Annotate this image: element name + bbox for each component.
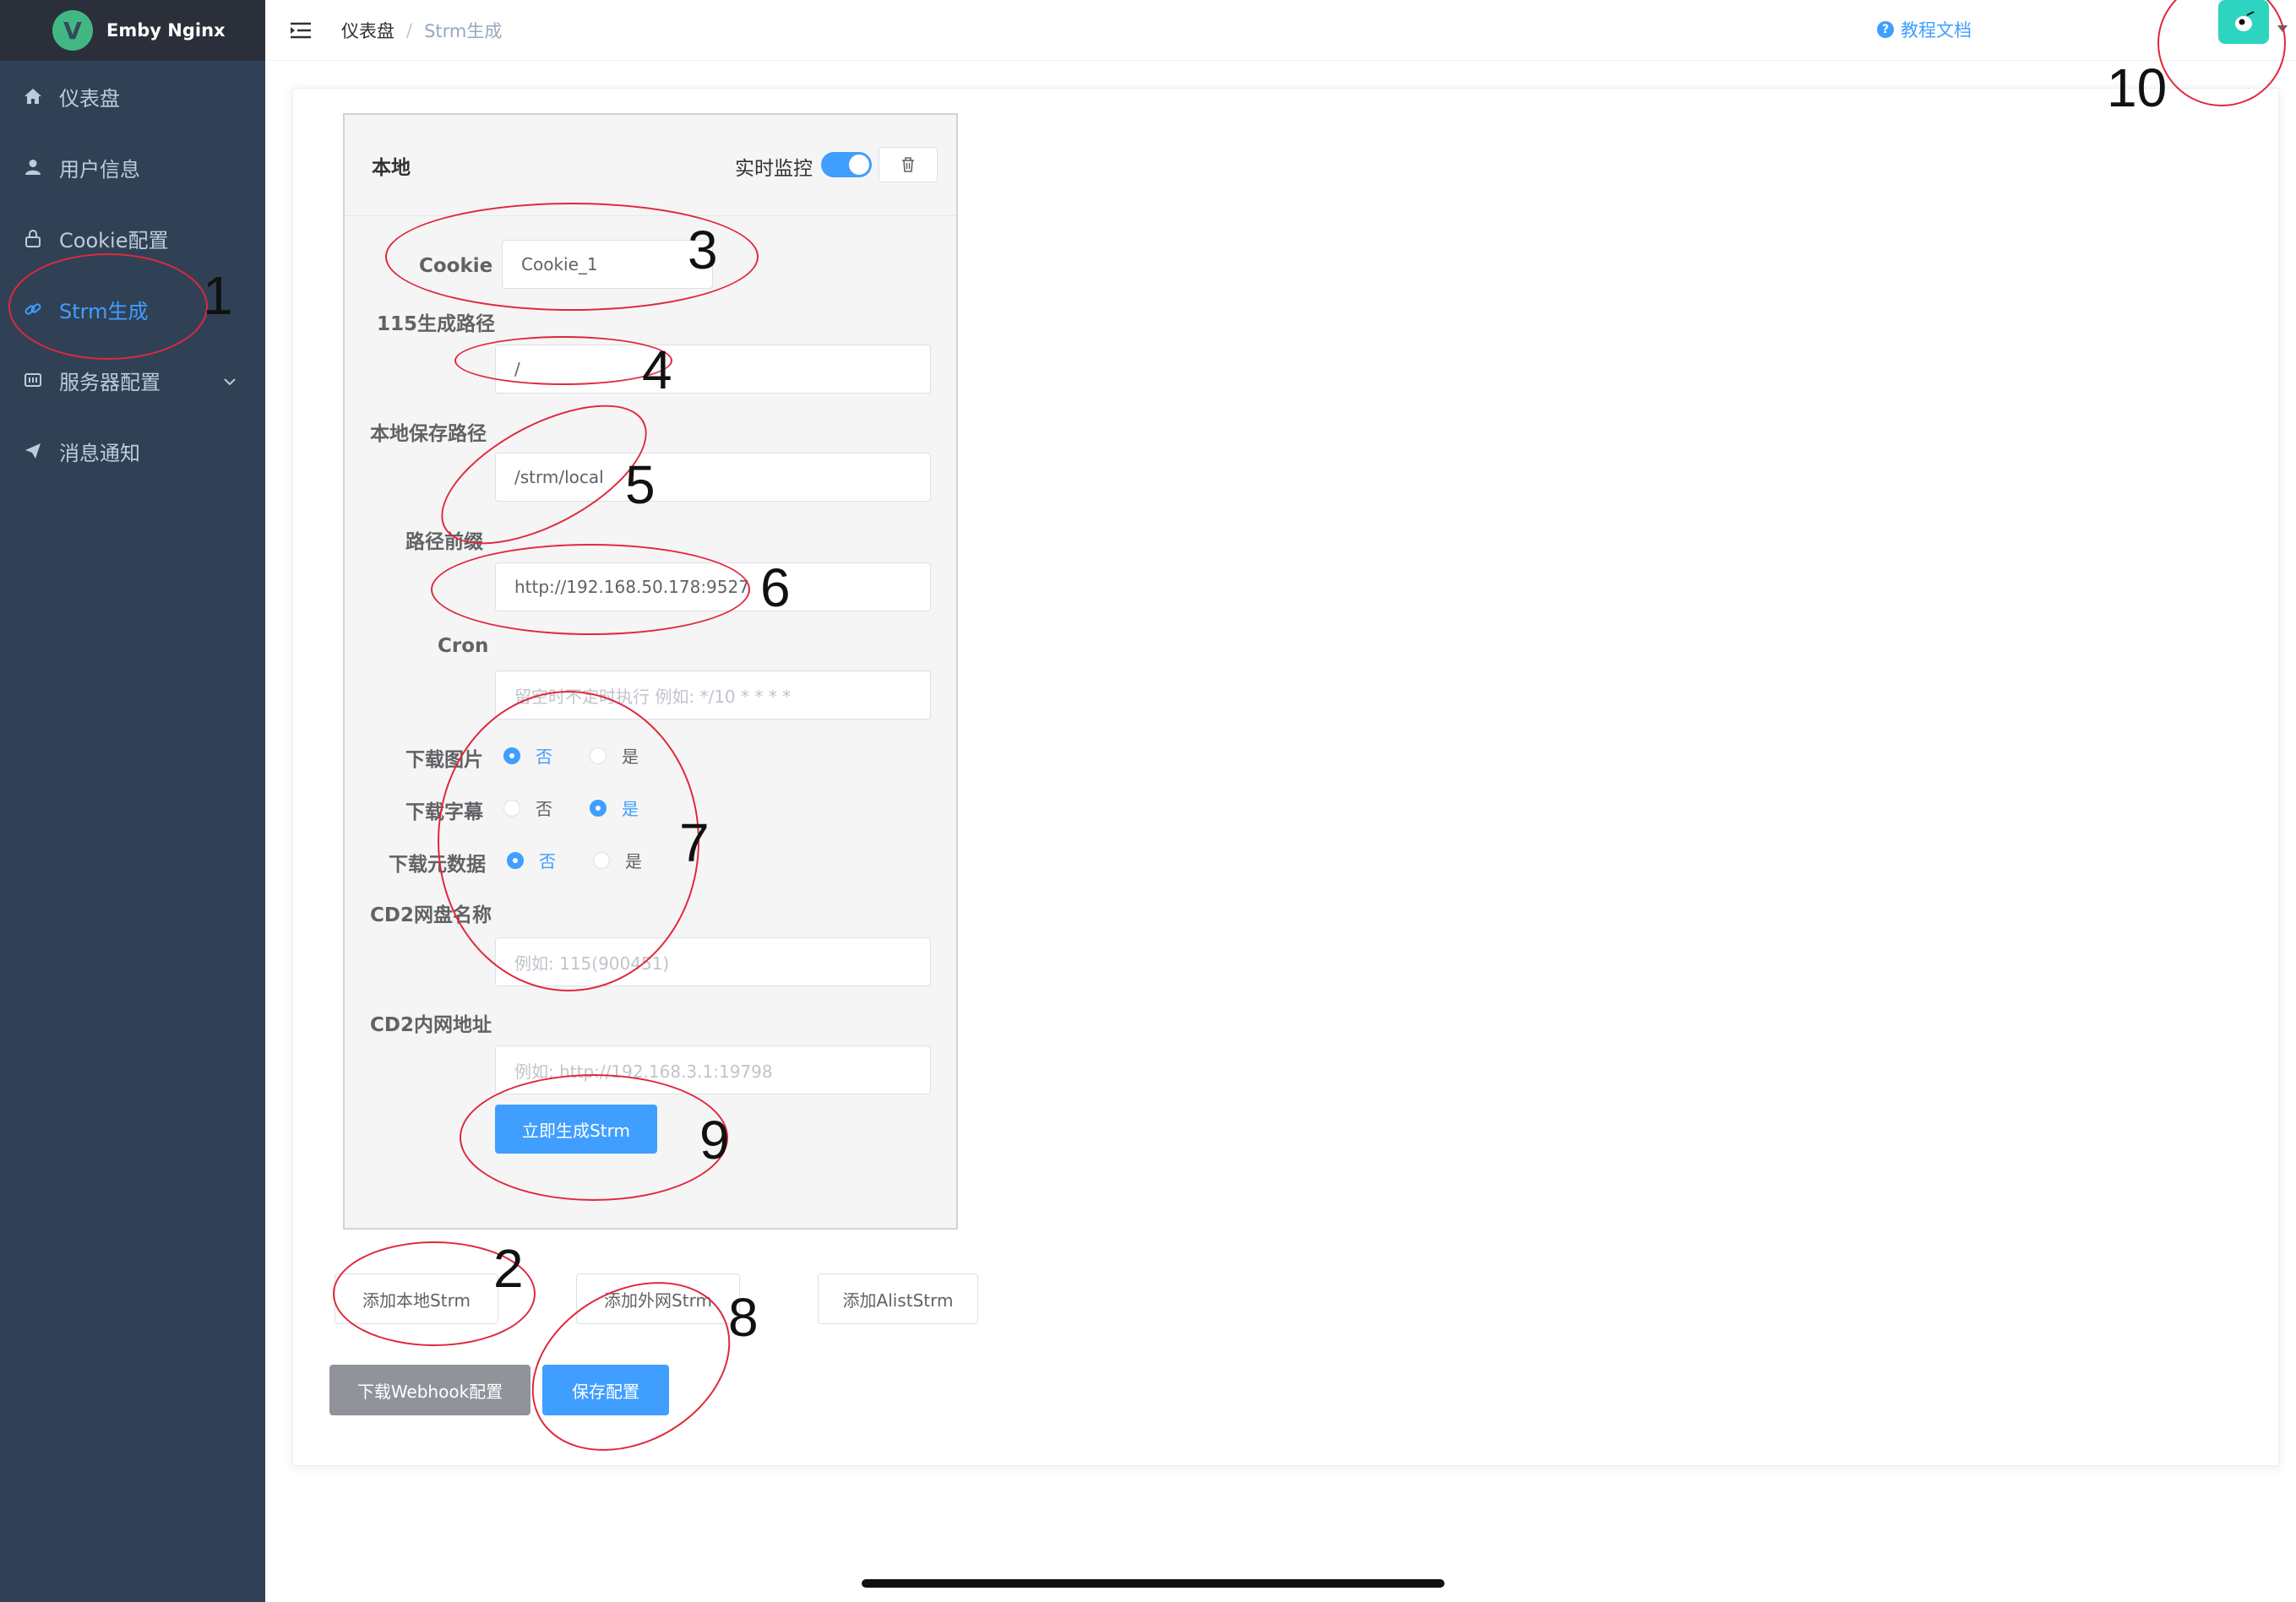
server-icon bbox=[22, 369, 44, 391]
annotation-number: 9 bbox=[699, 1110, 730, 1170]
realtime-monitor-label: 实时监控 bbox=[735, 158, 813, 180]
question-circle-icon: ? bbox=[1877, 21, 1894, 38]
path-115-label: 115生成路径 bbox=[377, 313, 496, 335]
top-navbar: 仪表盘 / Strm生成 ? 教程文档 bbox=[265, 0, 2296, 61]
delete-button[interactable] bbox=[879, 147, 938, 182]
card-title: 本地 bbox=[372, 156, 411, 179]
card-header: 本地 实时监控 bbox=[345, 115, 956, 216]
cron-label: Cron bbox=[438, 635, 489, 657]
sidebar: V Emby Nginx 仪表盘 用户信息 Cookie配置 Strm生成 服务… bbox=[0, 0, 265, 1602]
local-path-label: 本地保存路径 bbox=[370, 423, 487, 445]
trash-icon bbox=[902, 157, 914, 172]
sidebar-item-notifications[interactable]: 消息通知 bbox=[0, 415, 265, 486]
annotation-number: 10 bbox=[2107, 57, 2168, 118]
annotation-number: 7 bbox=[679, 812, 710, 873]
annotation-ring bbox=[454, 336, 672, 385]
sidebar-item-user-info[interactable]: 用户信息 bbox=[0, 132, 265, 203]
annotation-number: 8 bbox=[728, 1287, 759, 1348]
sidebar-item-label: 消息通知 bbox=[59, 441, 140, 465]
home-indicator bbox=[862, 1579, 1445, 1588]
logo[interactable]: V Emby Nginx bbox=[0, 0, 265, 61]
realtime-monitor-switch[interactable] bbox=[821, 152, 872, 177]
sidebar-item-label: Cookie配置 bbox=[59, 228, 169, 253]
cd2-url-label: CD2内网地址 bbox=[370, 1014, 492, 1036]
annotation-number: 1 bbox=[203, 265, 233, 326]
home-icon bbox=[22, 85, 44, 107]
annotation-number: 4 bbox=[642, 339, 672, 400]
breadcrumb: 仪表盘 / Strm生成 bbox=[341, 18, 502, 43]
annotation-ring bbox=[431, 544, 750, 635]
download-webhook-button[interactable]: 下载Webhook配置 bbox=[329, 1365, 530, 1415]
sidebar-item-label: 用户信息 bbox=[59, 157, 140, 182]
user-icon bbox=[22, 156, 44, 178]
lock-icon bbox=[22, 227, 44, 249]
annotation-ring bbox=[460, 1074, 728, 1201]
add-alist-strm-button[interactable]: 添加AlistStrm bbox=[818, 1273, 978, 1324]
annotation-ring bbox=[438, 691, 699, 991]
breadcrumb-item-dashboard[interactable]: 仪表盘 bbox=[341, 18, 394, 43]
chevron-down-icon bbox=[221, 372, 238, 388]
breadcrumb-separator: / bbox=[406, 19, 413, 41]
annotation-number: 2 bbox=[493, 1238, 524, 1299]
sidebar-item-label: 服务器配置 bbox=[59, 370, 161, 394]
annotation-number: 5 bbox=[625, 454, 656, 515]
breadcrumb-item-current: Strm生成 bbox=[424, 20, 503, 41]
help-docs-link[interactable]: ? 教程文档 bbox=[1877, 17, 1972, 42]
hamburger-icon[interactable] bbox=[287, 17, 314, 44]
sidebar-item-label: 仪表盘 bbox=[59, 86, 120, 111]
vue-logo-icon: V bbox=[52, 10, 93, 51]
help-docs-label: 教程文档 bbox=[1901, 20, 1972, 41]
annotation-number: 6 bbox=[760, 557, 791, 618]
annotation-ring bbox=[8, 253, 208, 360]
send-icon bbox=[22, 440, 44, 462]
annotation-number: 3 bbox=[688, 220, 718, 280]
app-name: Emby Nginx bbox=[106, 20, 226, 41]
sidebar-item-dashboard[interactable]: 仪表盘 bbox=[0, 61, 265, 132]
